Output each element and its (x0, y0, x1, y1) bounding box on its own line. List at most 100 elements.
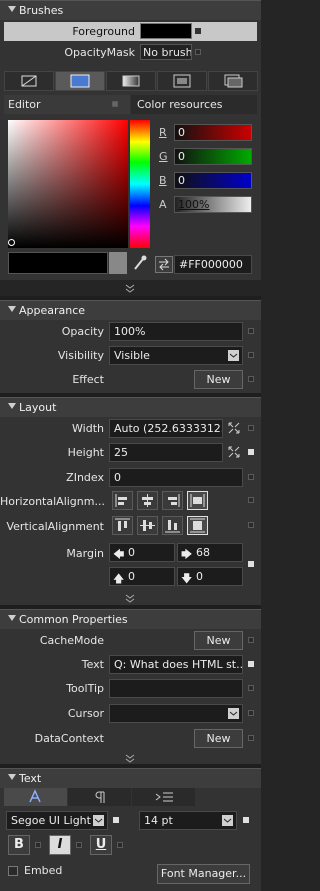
foreground-swatch[interactable] (140, 23, 192, 39)
height-input[interactable]: 25 (109, 443, 223, 462)
advanced-marker-icon[interactable] (248, 328, 254, 334)
expand-chevron-icon[interactable] (124, 594, 136, 604)
b-slider[interactable]: 0 (174, 172, 252, 189)
g-value[interactable]: 0 (178, 150, 185, 163)
resource-brush-tab[interactable] (208, 71, 258, 91)
bold-button[interactable]: B (8, 835, 30, 855)
common-properties-header[interactable]: Common Properties (0, 609, 261, 629)
auto-size-icon[interactable] (227, 445, 241, 459)
width-input[interactable]: Auto (252.6333312... (109, 419, 223, 438)
expand-chevron-icon[interactable] (124, 284, 136, 294)
collapse-icon (8, 403, 16, 409)
valign-stretch-button[interactable] (187, 516, 208, 535)
gradient-brush-tab[interactable] (106, 71, 156, 91)
opacitymask-value[interactable]: No brush (140, 44, 192, 60)
advanced-marker-icon[interactable] (248, 685, 254, 691)
opacitymask-row[interactable]: OpacityMask No brush (4, 43, 257, 62)
visibility-select[interactable]: Visible (109, 346, 243, 365)
editor-tab-label: Editor (8, 98, 41, 111)
advanced-marker-icon[interactable] (248, 376, 254, 382)
embed-checkbox[interactable] (8, 866, 18, 876)
cursor-select[interactable] (109, 704, 243, 723)
tab-paragraph[interactable] (68, 788, 131, 806)
advanced-marker-icon[interactable] (248, 735, 254, 741)
text-input[interactable]: Q: What does HTML st... (109, 655, 243, 674)
font-family-value: Segoe UI Light (11, 814, 91, 827)
tab-indent[interactable] (132, 788, 195, 806)
local-value-marker-icon[interactable] (113, 817, 119, 823)
solid-brush-tab[interactable] (55, 71, 105, 91)
tab-font[interactable] (4, 788, 67, 806)
local-value-marker-icon[interactable] (248, 661, 254, 667)
advanced-marker-icon[interactable] (195, 49, 201, 55)
brushes-header[interactable]: Brushes (0, 0, 261, 20)
advanced-marker-icon[interactable] (35, 842, 41, 848)
align-center-icon (142, 494, 153, 507)
margin-left-input[interactable]: 🡄 0 (109, 543, 175, 562)
layout-header[interactable]: Layout (0, 397, 261, 417)
margin-bottom-input[interactable]: 🡇 0 (177, 567, 243, 586)
advanced-marker-icon[interactable] (248, 474, 254, 480)
advanced-marker-icon[interactable] (248, 522, 254, 528)
foreground-row[interactable]: Foreground (4, 22, 257, 41)
font-size-select[interactable]: 14 pt (139, 811, 237, 830)
advanced-marker-icon[interactable] (248, 497, 254, 503)
g-slider[interactable]: 0 (174, 148, 252, 165)
opacity-input[interactable]: 100% (109, 322, 243, 341)
halign-left-button[interactable] (112, 491, 133, 510)
color-selector[interactable] (8, 239, 15, 246)
initial-color-preview (109, 252, 127, 274)
halign-stretch-button[interactable] (187, 491, 208, 510)
advanced-marker-icon[interactable] (195, 28, 201, 34)
tab-color-resources[interactable]: Color resources (131, 95, 257, 114)
tab-editor[interactable]: Editor (4, 95, 130, 114)
no-brush-tab[interactable] (4, 71, 54, 91)
text-header[interactable]: Text (0, 768, 261, 788)
align-right-icon (168, 494, 180, 507)
valign-top-button[interactable] (112, 516, 133, 535)
valign-bottom-button[interactable] (162, 516, 183, 535)
r-value[interactable]: 0 (178, 126, 185, 139)
collapse-icon (8, 6, 16, 12)
margin-right-input[interactable]: 🡆 68 (177, 543, 243, 562)
advanced-marker-icon[interactable] (76, 842, 82, 848)
g-label: G (159, 150, 168, 163)
editor-marker-icon[interactable] (112, 101, 118, 107)
color-swap-button[interactable] (155, 256, 173, 273)
advanced-marker-icon[interactable] (248, 425, 254, 431)
effect-new-button[interactable]: New (194, 370, 243, 389)
cachemode-new-button[interactable]: New (194, 631, 243, 650)
advanced-marker-icon[interactable] (248, 637, 254, 643)
halign-center-button[interactable] (137, 491, 158, 510)
r-slider[interactable]: 0 (174, 124, 252, 141)
datacontext-new-button[interactable]: New (194, 729, 243, 748)
margin-top-input[interactable]: 🡅 0 (109, 567, 175, 586)
gradient-brush-icon (122, 75, 140, 87)
font-manager-button[interactable]: Font Manager... (157, 864, 250, 884)
hex-color-input[interactable]: #FF000000 (174, 255, 252, 274)
auto-size-icon[interactable] (227, 421, 241, 435)
font-family-select[interactable]: Segoe UI Light (6, 811, 108, 830)
a-value[interactable]: 100% (178, 198, 209, 211)
italic-button[interactable]: I (49, 835, 71, 855)
appearance-header[interactable]: Appearance (0, 300, 261, 320)
expand-chevron-icon[interactable] (124, 754, 136, 764)
b-value[interactable]: 0 (178, 174, 185, 187)
tooltip-input[interactable] (109, 679, 243, 698)
local-value-marker-icon[interactable] (248, 561, 254, 567)
hue-slider[interactable] (130, 120, 150, 248)
advanced-marker-icon[interactable] (248, 710, 254, 716)
local-value-marker-icon[interactable] (243, 817, 249, 823)
halign-right-button[interactable] (162, 491, 183, 510)
color-field[interactable] (8, 120, 128, 248)
zindex-input[interactable]: 0 (109, 468, 243, 487)
local-value-marker-icon[interactable] (248, 449, 254, 455)
appearance-title: Appearance (19, 304, 86, 317)
a-slider[interactable]: 100% (174, 196, 252, 213)
eyedropper-icon[interactable] (132, 254, 148, 272)
advanced-marker-icon[interactable] (117, 842, 123, 848)
valign-center-button[interactable] (137, 516, 158, 535)
tile-brush-tab[interactable] (157, 71, 207, 91)
advanced-marker-icon[interactable] (248, 352, 254, 358)
underline-button[interactable]: U (90, 835, 112, 855)
